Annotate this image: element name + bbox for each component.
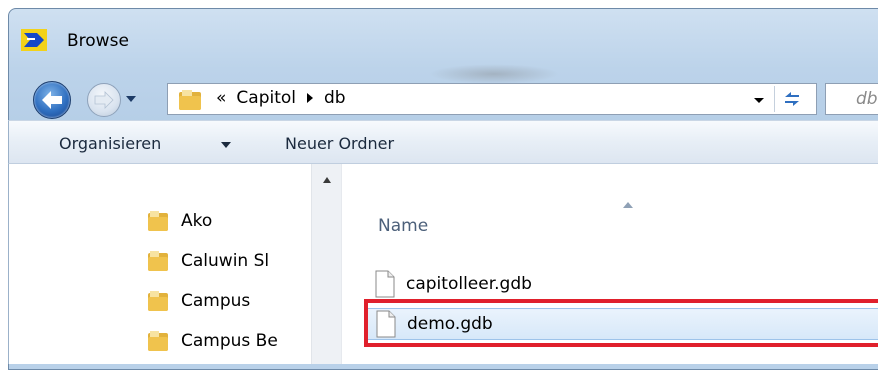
forward-button[interactable] <box>87 83 121 117</box>
scroll-up-icon[interactable] <box>322 176 332 184</box>
address-bar[interactable]: « Capitol db <box>167 83 817 115</box>
nav-item-label: Ako <box>181 211 213 231</box>
nav-item-campus[interactable]: Campus <box>147 286 297 316</box>
organize-dropdown-icon[interactable] <box>220 141 232 149</box>
folder-icon <box>148 331 168 351</box>
back-button[interactable] <box>33 81 71 119</box>
nav-item-label: Campus <box>181 291 251 311</box>
sort-ascending-icon <box>623 202 633 208</box>
folder-icon <box>148 251 168 271</box>
back-arrow-icon <box>42 91 62 109</box>
new-folder-button[interactable]: Neuer Ordner <box>285 134 394 153</box>
window-title: Browse <box>67 31 129 51</box>
annotation-highlight-box <box>364 299 878 347</box>
file-name: capitolleer.gdb <box>406 274 532 294</box>
nav-item-ako[interactable]: Ako <box>147 206 297 236</box>
breadcrumb-separator-icon[interactable] <box>306 93 314 103</box>
file-icon <box>375 270 395 298</box>
search-placeholder: db <box>856 89 878 109</box>
recent-pages-dropdown-icon[interactable] <box>125 94 137 104</box>
folder-icon <box>148 211 168 231</box>
command-bar: Organisieren Neuer Ordner <box>8 120 878 164</box>
breadcrumb-overflow[interactable]: « <box>216 88 226 108</box>
nav-scrollbar[interactable] <box>311 164 343 364</box>
title-bar: Browse <box>9 9 878 84</box>
forward-arrow-icon <box>94 91 114 109</box>
refresh-icon <box>785 92 799 106</box>
refresh-button[interactable] <box>774 86 809 112</box>
breadcrumb-capitol[interactable]: Capitol <box>236 88 296 108</box>
column-header-name[interactable]: Name <box>378 216 428 236</box>
navigation-pane: Ako Caluwin Sl Campus Campus Be <box>8 164 343 364</box>
folder-icon <box>148 291 168 311</box>
address-dropdown-icon[interactable] <box>750 91 768 109</box>
navigation-row: « Capitol db db <box>9 77 878 121</box>
breadcrumb: « Capitol db <box>216 88 346 108</box>
nav-item-caluwin[interactable]: Caluwin Sl <box>147 246 297 276</box>
search-field[interactable]: db <box>825 83 878 115</box>
nav-item-label: Campus Be <box>181 331 278 351</box>
file-row-capitolleer[interactable]: capitolleer.gdb <box>374 268 532 300</box>
nav-item-campus-be[interactable]: Campus Be <box>147 326 297 356</box>
breadcrumb-db[interactable]: db <box>324 88 346 108</box>
nav-item-label: Caluwin Sl <box>181 251 270 271</box>
app-logo-icon <box>21 29 47 51</box>
folder-icon <box>179 90 201 110</box>
organize-button[interactable]: Organisieren <box>59 134 161 153</box>
